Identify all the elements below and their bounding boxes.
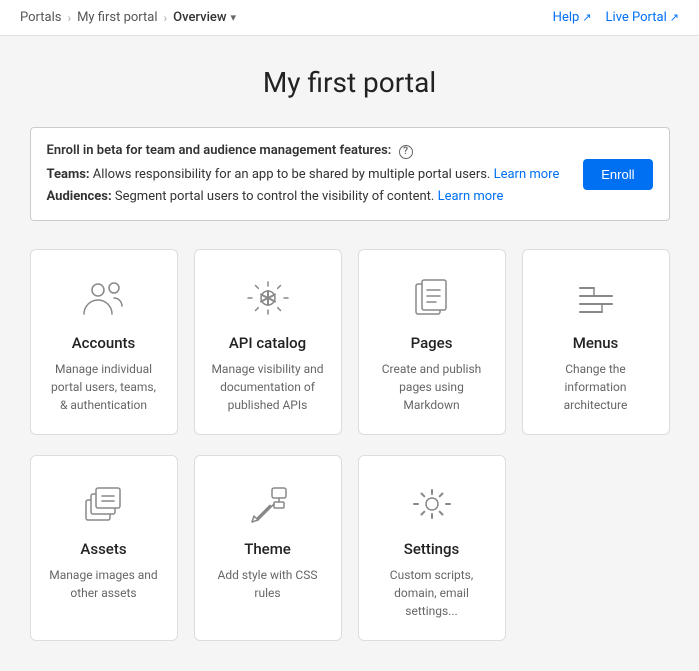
live-portal-link[interactable]: Live Portal ↗	[606, 10, 679, 25]
breadcrumb-current: Overview ▾	[173, 10, 236, 25]
card-api-catalog-title: API catalog	[229, 334, 306, 352]
accounts-icon	[76, 274, 132, 322]
card-theme[interactable]: Theme Add style with CSS rules	[194, 455, 342, 641]
card-menus[interactable]: Menus Change the information architectur…	[522, 249, 670, 435]
audiences-text: Segment portal users to control the visi…	[115, 189, 434, 204]
breadcrumb: Portals › My first portal › Overview ▾	[20, 10, 236, 25]
breadcrumb-portals[interactable]: Portals	[20, 10, 61, 25]
help-label: Help	[553, 10, 580, 25]
card-assets[interactable]: Assets Manage images and other assets	[30, 455, 178, 641]
beta-teams-row: Teams: Allows responsibility for an app …	[47, 164, 574, 186]
teams-learn-more[interactable]: Learn more	[494, 167, 560, 182]
api-catalog-icon	[240, 274, 296, 322]
card-api-catalog[interactable]: API catalog Manage visibility and docume…	[194, 249, 342, 435]
card-accounts-title: Accounts	[72, 334, 136, 352]
teams-label: Teams:	[47, 167, 90, 182]
settings-icon	[404, 480, 460, 528]
cards-grid-bottom: Assets Manage images and other assets Th…	[30, 455, 670, 641]
card-settings[interactable]: Settings Custom scripts, domain, email s…	[358, 455, 506, 641]
teams-text: Allows responsibility for an app to be s…	[93, 167, 491, 182]
audiences-learn-more[interactable]: Learn more	[438, 189, 504, 204]
card-settings-desc: Custom scripts, domain, email settings..…	[375, 566, 489, 620]
chevron-down-icon: ▾	[231, 11, 237, 24]
card-pages[interactable]: Pages Create and publish pages using Mar…	[358, 249, 506, 435]
cards-grid-top: Accounts Manage individual portal users,…	[30, 249, 670, 435]
theme-icon	[240, 480, 296, 528]
external-link-icon-2: ↗	[670, 11, 679, 24]
app-header: Portals › My first portal › Overview ▾ H…	[0, 0, 699, 36]
card-accounts-desc: Manage individual portal users, teams, &…	[47, 360, 161, 414]
beta-banner-title: Enroll in beta for team and audience man…	[47, 140, 574, 162]
breadcrumb-current-label: Overview	[173, 10, 226, 25]
breadcrumb-sep-1: ›	[67, 11, 71, 25]
pages-icon	[404, 274, 460, 322]
card-menus-title: Menus	[573, 334, 619, 352]
main-content: My first portal Enroll in beta for team …	[10, 36, 690, 671]
help-link[interactable]: Help ↗	[553, 10, 592, 25]
audiences-label: Audiences:	[47, 189, 112, 204]
card-api-catalog-desc: Manage visibility and documentation of p…	[211, 360, 325, 414]
card-theme-desc: Add style with CSS rules	[211, 566, 325, 602]
beta-banner-content: Enroll in beta for team and audience man…	[47, 140, 574, 208]
menus-icon	[568, 274, 624, 322]
breadcrumb-portal[interactable]: My first portal	[77, 10, 157, 25]
card-pages-title: Pages	[411, 334, 453, 352]
external-link-icon: ↗	[582, 11, 591, 24]
card-settings-title: Settings	[404, 540, 460, 558]
breadcrumb-sep-2: ›	[164, 11, 168, 25]
beta-banner: Enroll in beta for team and audience man…	[30, 127, 670, 221]
help-tooltip-icon[interactable]: ?	[399, 145, 413, 159]
card-menus-desc: Change the information architecture	[539, 360, 653, 414]
beta-audiences-row: Audiences: Segment portal users to contr…	[47, 186, 574, 208]
card-pages-desc: Create and publish pages using Markdown	[375, 360, 489, 414]
page-title: My first portal	[30, 66, 670, 99]
card-accounts[interactable]: Accounts Manage individual portal users,…	[30, 249, 178, 435]
enroll-button[interactable]: Enroll	[583, 159, 652, 190]
card-theme-title: Theme	[244, 540, 291, 558]
card-assets-title: Assets	[80, 540, 126, 558]
live-portal-label: Live Portal	[606, 10, 667, 25]
assets-icon	[76, 480, 132, 528]
header-actions: Help ↗ Live Portal ↗	[553, 10, 679, 25]
card-assets-desc: Manage images and other assets	[47, 566, 161, 602]
